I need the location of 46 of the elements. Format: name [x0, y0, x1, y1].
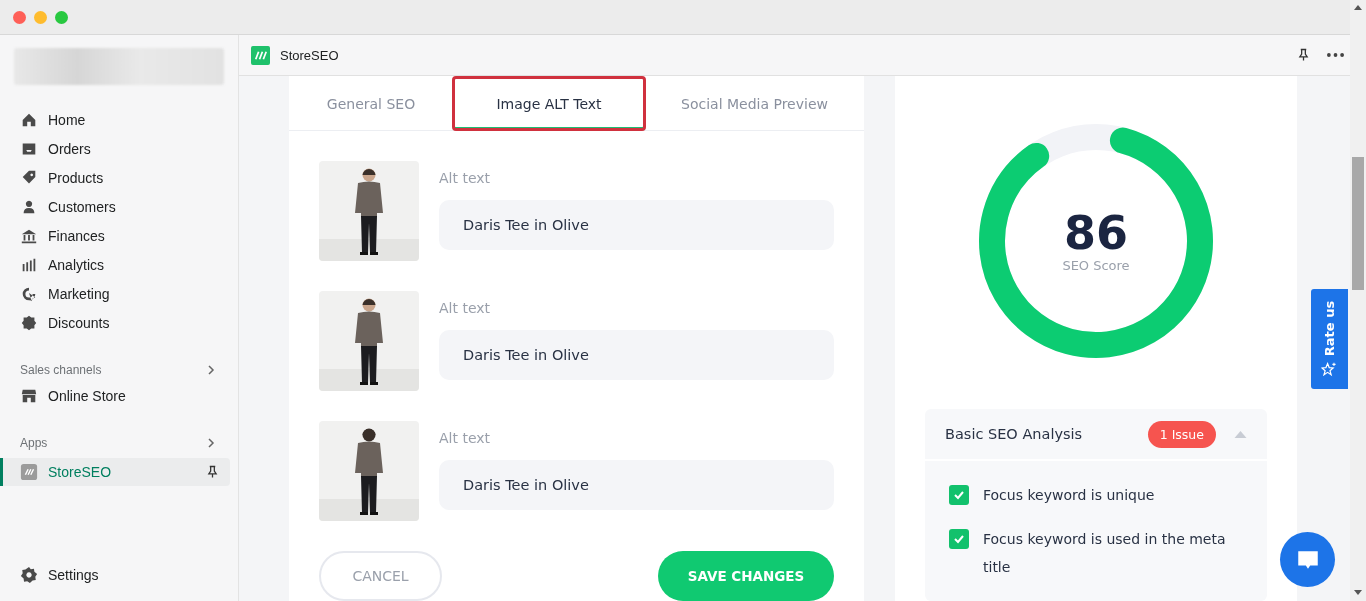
sidebar-item[interactable]: Home [0, 105, 230, 134]
scrollbar-thumb[interactable] [1352, 157, 1364, 290]
app-logo-icon [251, 45, 270, 65]
nav-icon [20, 313, 38, 332]
app-logo-icon [20, 463, 38, 481]
chevron-right-icon[interactable] [206, 365, 216, 375]
sidebar-item[interactable]: StoreSEO [0, 458, 230, 486]
settings-link[interactable]: Settings [0, 560, 230, 589]
pin-icon[interactable] [1298, 48, 1309, 62]
field-label: Alt text [439, 299, 492, 316]
sidebar-item[interactable]: Orders [0, 134, 230, 163]
field-label: Alt text [439, 169, 492, 186]
close-window-button[interactable] [13, 10, 26, 24]
scrollbar[interactable] [1350, 0, 1366, 601]
sidebar-item[interactable]: Customers [0, 192, 230, 221]
score-label: SEO Score [1062, 257, 1130, 273]
sidebar-item[interactable]: Products [0, 163, 230, 192]
pin-icon[interactable] [207, 465, 218, 479]
app-title: StoreSEO [280, 47, 339, 63]
more-icon[interactable] [1327, 53, 1344, 57]
stars-icon [1321, 361, 1338, 378]
settings-icon [20, 565, 38, 584]
field-label: Alt text [439, 429, 492, 446]
issue-badge: 1 Issue [1147, 420, 1216, 448]
scroll-down-icon[interactable] [1354, 590, 1362, 595]
sidebar-item[interactable]: Analytics [0, 250, 230, 279]
sidebar-item[interactable]: Online Store [0, 381, 230, 410]
section-heading: Sales channels [20, 363, 102, 377]
alt-text-field[interactable]: Daris Tee in Olive [439, 200, 834, 250]
score-value: 86 [1064, 209, 1128, 256]
sidebar-item[interactable]: Marketing [0, 279, 230, 308]
checkbox[interactable] [949, 485, 969, 505]
section-heading: Apps [20, 436, 48, 450]
alt-text-field[interactable]: Daris Tee in Olive [439, 330, 834, 380]
rate-us-tab[interactable]: Rate us [1311, 289, 1348, 389]
tab[interactable]: Image ALT Text [453, 77, 645, 130]
chevron-right-icon[interactable] [206, 438, 216, 448]
scroll-up-icon[interactable] [1354, 5, 1362, 10]
alt-text-field[interactable]: Daris Tee in Olive [439, 460, 834, 510]
checkbox[interactable] [949, 529, 969, 549]
analysis-header[interactable]: Basic SEO Analysis 1 Issue [925, 409, 1267, 461]
analysis-title: Basic SEO Analysis [945, 426, 1084, 442]
analysis-item-text: Focus keyword is unique [983, 486, 1155, 505]
sidebar-item[interactable]: Discounts [0, 308, 230, 337]
analysis-item-text: Focus keyword is used in the meta title [983, 530, 1227, 577]
sidebar-item[interactable]: Finances [0, 221, 230, 250]
